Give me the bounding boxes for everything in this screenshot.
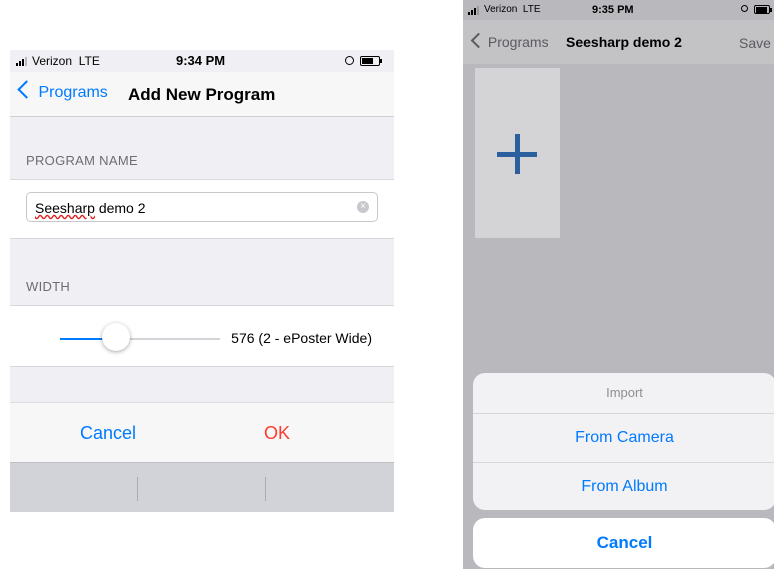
sheet-cancel-button[interactable]: Cancel [473,518,774,568]
sheet-cancel-label: Cancel [596,533,653,552]
status-time: 9:34 PM [176,53,226,68]
program-name-input[interactable]: Seesharp demo 2 × [26,192,378,222]
page-title: Seesharp demo 2 [566,34,682,50]
status-bar: Verizon LTE 9:35 PM [463,0,774,20]
battery-icon [360,56,382,66]
plus-icon-vertical [515,134,520,174]
rotation-lock-icon [345,56,354,65]
width-row: 576 (2 - ePoster Wide) [10,305,394,367]
chevron-left-icon [17,80,36,99]
left-phone-screen: Verizon LTE 9:34 PM Programs Add New Pro… [10,50,394,512]
from-camera-option[interactable]: From Camera [473,413,774,462]
program-name-value: Seesharp demo 2 [35,200,146,216]
page-title: Add New Program [128,85,276,104]
carrier-label: Verizon LTE [32,54,100,68]
signal-icon [468,6,482,15]
save-button[interactable]: Save [739,35,771,51]
clear-text-icon[interactable]: × [357,201,369,213]
alert-buttons: Cancel OK [10,402,394,463]
add-item-tile[interactable] [475,68,560,238]
import-action-sheet: Import From Camera From Album [473,373,774,510]
divider [265,477,266,501]
width-section-label: WIDTH [26,279,71,294]
status-time: 9:35 PM [592,4,634,16]
carrier-label: Verizon LTE [484,4,541,15]
width-value-label: 576 (2 - ePoster Wide) [231,330,372,346]
program-name-section-label: PROGRAM NAME [26,153,138,168]
slider-thumb[interactable] [102,323,130,351]
from-album-option[interactable]: From Album [473,462,774,510]
back-button[interactable]: Programs [470,32,549,50]
back-label: Programs [38,84,108,101]
width-slider[interactable] [60,338,220,340]
nav-bar: Programs Add New Program [10,72,394,117]
ok-button[interactable]: OK [264,423,290,444]
nav-bar: Programs Seesharp demo 2 Save [463,20,774,64]
cancel-button[interactable]: Cancel [80,423,136,444]
back-label: Programs [487,34,549,50]
chevron-left-icon [470,32,487,49]
keyboard-toolbar [10,462,394,512]
sheet-title: Import [606,385,643,400]
divider [137,477,138,501]
back-button[interactable]: Programs [17,80,108,102]
rotation-lock-icon [741,5,748,12]
status-bar: Verizon LTE 9:34 PM [10,50,394,72]
signal-icon [16,57,30,66]
battery-icon [754,5,772,14]
right-phone-screen: Verizon LTE 9:35 PM Programs Seesharp de… [463,0,774,569]
program-name-row: Seesharp demo 2 × [10,179,394,239]
